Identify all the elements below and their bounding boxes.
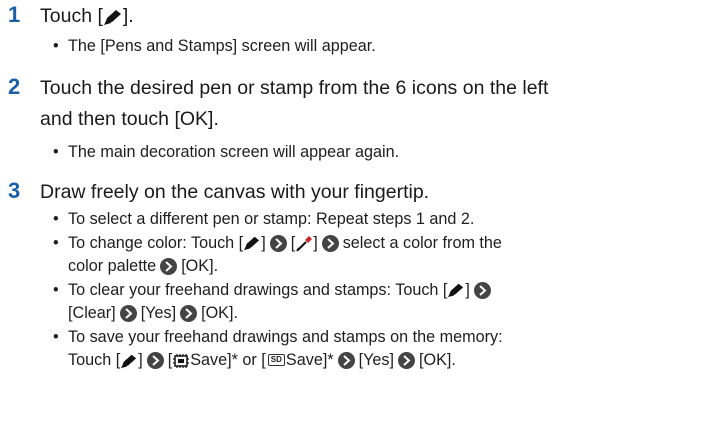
right-arrow-icon [180, 305, 198, 323]
step-notes: • The [Pens and Stamps] screen will appea… [52, 35, 718, 59]
pen-icon [120, 353, 138, 369]
note-item: • To select a different pen or stamp: Rep… [53, 210, 475, 228]
pen-icon [447, 282, 465, 298]
step-instruction: Draw freely on the canvas with your fing… [40, 181, 430, 203]
right-arrow-icon [160, 258, 178, 276]
step-notes: • The main decoration screen will appear … [52, 141, 718, 165]
built-in-memory-icon [172, 353, 190, 369]
right-arrow-icon [321, 234, 339, 252]
sd-card-icon: SD [267, 353, 285, 366]
step-instruction: Touch []. [40, 5, 134, 27]
note-item: • To clear your freehand drawings and sta… [52, 279, 718, 326]
right-arrow-icon [398, 352, 416, 370]
note-item: • The main decoration screen will appear … [53, 143, 400, 161]
step-number: 3 [8, 178, 21, 203]
step-number: 2 [8, 74, 21, 99]
pen-icon [243, 235, 261, 251]
right-arrow-icon [337, 352, 355, 370]
right-arrow-icon [146, 352, 164, 370]
step-instruction: Touch the desired pen or stamp from the … [40, 77, 549, 130]
step-notes: • To select a different pen or stamp: Rep… [52, 208, 718, 373]
right-arrow-icon [119, 305, 137, 323]
right-arrow-icon [269, 234, 287, 252]
note-item: • To save your freehand drawings and stam… [53, 327, 503, 370]
note-item: • To change color: Touch [][] select a col… [53, 233, 502, 276]
note-item: • The [Pens and Stamps] screen will appea… [53, 37, 376, 55]
right-arrow-icon [473, 281, 491, 299]
eyedropper-icon [295, 235, 313, 252]
step-number: 1 [8, 2, 21, 27]
pen-icon [103, 8, 123, 26]
